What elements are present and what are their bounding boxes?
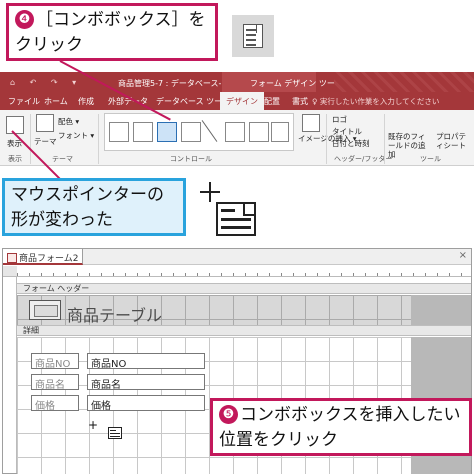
pointer-callout-line1: マウスポインターの <box>11 185 164 205</box>
field-label-price[interactable]: 価格 <box>31 395 79 412</box>
tab-control[interactable] <box>249 122 269 142</box>
gallery-more[interactable] <box>271 122 289 142</box>
title-bar: ⌂ ↶ ↷ ▾ 商品管理5-7 : データベース- C:¥Users¥… フォー… <box>0 72 474 92</box>
title-button[interactable]: タイトル <box>332 126 362 137</box>
small-combo-cursor-icon <box>108 427 122 439</box>
field-textbox-product-no[interactable]: 商品NO <box>87 353 205 370</box>
chart-control[interactable] <box>181 122 201 142</box>
theme-icon[interactable] <box>36 114 54 132</box>
property-sheet-button[interactable]: プロパティシート <box>436 132 472 150</box>
step4-callout: ❹ ［コンボボックス］を クリック <box>6 3 218 61</box>
document-tab[interactable]: 商品フォーム2 <box>3 249 83 265</box>
tab-format[interactable]: 書式 <box>292 96 308 107</box>
group-controls-label: コントロール <box>170 155 212 163</box>
color-button[interactable]: 配色 ▾ <box>58 116 79 127</box>
header-title-text[interactable]: 商品テーブル <box>67 302 162 326</box>
combo-box-control[interactable] <box>157 122 177 142</box>
tab-create[interactable]: 作成 <box>78 96 94 107</box>
datetime-button[interactable]: 日付と時刻 <box>332 138 370 149</box>
line-control[interactable] <box>201 120 218 142</box>
font-button[interactable]: フォント ▾ <box>58 130 94 141</box>
toggle-control[interactable] <box>225 122 245 142</box>
field-label-product-no[interactable]: 商品NO <box>31 353 79 370</box>
field-label-product-name[interactable]: 商品名 <box>31 374 79 391</box>
ribbon-tabs: ファイル ホーム 作成 外部データ データベース ツール デザイン 配置 書式 … <box>0 92 474 110</box>
close-icon[interactable]: × <box>459 250 467 261</box>
pointer-callout-line2: 形が変わった <box>11 210 113 230</box>
tab-file[interactable]: ファイル <box>8 96 40 107</box>
group-theme-label: テーマ <box>52 155 73 163</box>
horizontal-ruler <box>17 266 471 277</box>
form-header-bar[interactable]: フォーム ヘッダー <box>17 283 471 294</box>
small-crosshair-icon: + <box>88 418 99 432</box>
quick-access-toolbar[interactable]: ⌂ ↶ ↷ ▾ <box>10 78 82 87</box>
theme-button[interactable]: テーマ <box>34 136 57 147</box>
tell-me-box[interactable]: ♀ 実行したい作業を入力してください <box>312 96 439 107</box>
combo-box-icon <box>232 15 274 57</box>
pointer-changed-callout: マウスポインターの 形が変わった <box>2 178 186 236</box>
textbox-control[interactable] <box>109 122 129 142</box>
vertical-ruler <box>3 277 17 473</box>
detail-label: 詳細 <box>23 326 39 335</box>
group-tools-label: ツール <box>420 155 441 163</box>
crosshair-cursor-icon <box>200 182 220 202</box>
header-logo-image[interactable] <box>29 300 61 320</box>
step4-line2: クリック <box>15 35 83 55</box>
tab-arrange[interactable]: 配置 <box>264 96 280 107</box>
step5-number: ❺ <box>219 405 238 424</box>
view-icon[interactable] <box>6 116 24 134</box>
insert-image-icon[interactable] <box>302 114 320 132</box>
step4-number: ❹ <box>15 10 34 29</box>
controls-gallery <box>104 113 294 151</box>
step4-line1: ［コンボボックス］を <box>36 10 206 30</box>
detail-section-bar[interactable]: 詳細 <box>17 325 471 336</box>
group-view-label: 表示 <box>8 155 22 163</box>
field-textbox-price[interactable]: 価格 <box>87 395 205 412</box>
field-textbox-product-name[interactable]: 商品名 <box>87 374 205 391</box>
combo-box-cursor-icon <box>216 202 256 236</box>
form-header-label: フォーム ヘッダー <box>23 284 90 293</box>
tab-design[interactable]: デザイン <box>220 92 264 110</box>
step5-callout: ❺ コンボボックスを挿入したい 位置をクリック <box>210 398 472 456</box>
tab-home[interactable]: ホーム <box>44 96 68 107</box>
logo-button[interactable]: ロゴ <box>332 114 347 125</box>
step5-line2: 位置をクリック <box>219 430 338 450</box>
ruler-corner[interactable] <box>3 266 17 277</box>
step5-line1: コンボボックスを挿入したい <box>240 405 461 425</box>
label-control[interactable] <box>133 122 153 142</box>
ribbon: 表示 表示 テーマ 配色 ▾ フォント ▾ テーマ イメージの挿入 ▾ コントロ… <box>0 110 474 166</box>
document-tab-title: 商品フォーム2 <box>19 254 79 264</box>
